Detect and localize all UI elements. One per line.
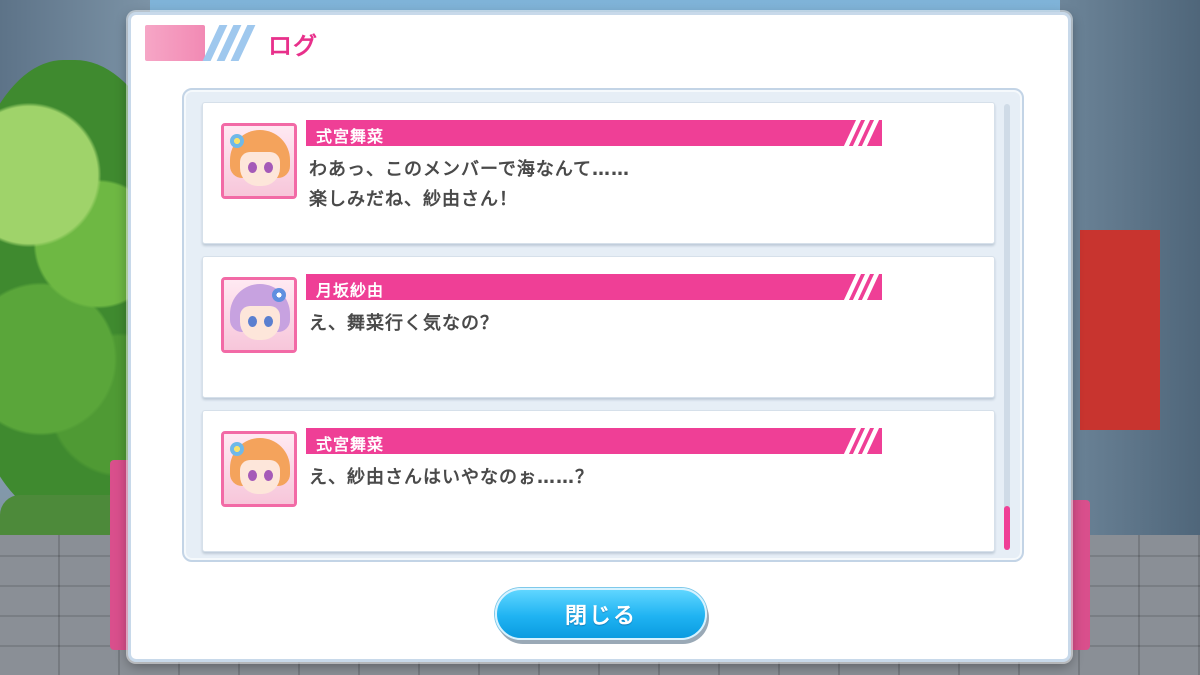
speaker-name: 式宮舞菜 [316, 435, 385, 454]
speaker-name-bar: 月坂紗由 [306, 274, 882, 300]
name-bar-stripes [843, 274, 880, 300]
speaker-name: 式宮舞菜 [316, 127, 385, 146]
name-bar-stripes [843, 428, 880, 454]
message-text: え、紗由さんはいやなのぉ……？ [309, 463, 949, 493]
maina-portrait-icon [221, 123, 297, 199]
close-button-label: 閉じる [564, 604, 637, 629]
speaker-name: 月坂紗由 [316, 281, 385, 300]
log-entry: 式宮舞菜 え、紗由さんはいやなのぉ……？ [202, 410, 995, 552]
log-entry: 式宮舞菜 わあっ、このメンバーで海なんて…… 楽しみだね、紗由さん！ [202, 102, 995, 244]
speaker-name-bar: 式宮舞菜 [306, 120, 882, 146]
message-line: え、舞菜行く気なの？ [309, 313, 499, 334]
message-text: え、舞菜行く気なの？ [309, 309, 949, 339]
red-signboard [1080, 230, 1160, 430]
log-entry: 月坂紗由 え、舞菜行く気なの？ [202, 256, 995, 398]
speaker-name-bar: 式宮舞菜 [306, 428, 882, 454]
dialog-title: ログ [268, 31, 318, 60]
name-bar-stripes [843, 120, 880, 146]
underlying-panel-right [1068, 500, 1090, 650]
scrollbar-thumb[interactable] [1004, 506, 1010, 550]
close-button[interactable]: 閉じる [495, 588, 707, 640]
maina-portrait-icon [221, 431, 297, 507]
log-list[interactable]: 式宮舞菜 わあっ、このメンバーで海なんて…… 楽しみだね、紗由さん！ 月坂紗由 … [182, 88, 1024, 562]
message-line: 楽しみだね、紗由さん！ [309, 189, 518, 210]
header-pink-bar [145, 25, 205, 61]
message-text: わあっ、このメンバーで海なんて…… 楽しみだね、紗由さん！ [309, 155, 949, 215]
sayu-portrait-icon [221, 277, 297, 353]
dialog-header: ログ [145, 23, 318, 63]
message-line: え、紗由さんはいやなのぉ……？ [309, 467, 594, 488]
scrollbar-track[interactable] [1004, 104, 1010, 550]
message-line: わあっ、このメンバーで海なんて…… [309, 159, 631, 180]
header-decoration [145, 23, 256, 63]
log-dialog: ログ 式宮舞菜 わあっ、このメンバーで海なんて…… 楽しみだね、紗由さん！ 月坂… [128, 12, 1071, 662]
